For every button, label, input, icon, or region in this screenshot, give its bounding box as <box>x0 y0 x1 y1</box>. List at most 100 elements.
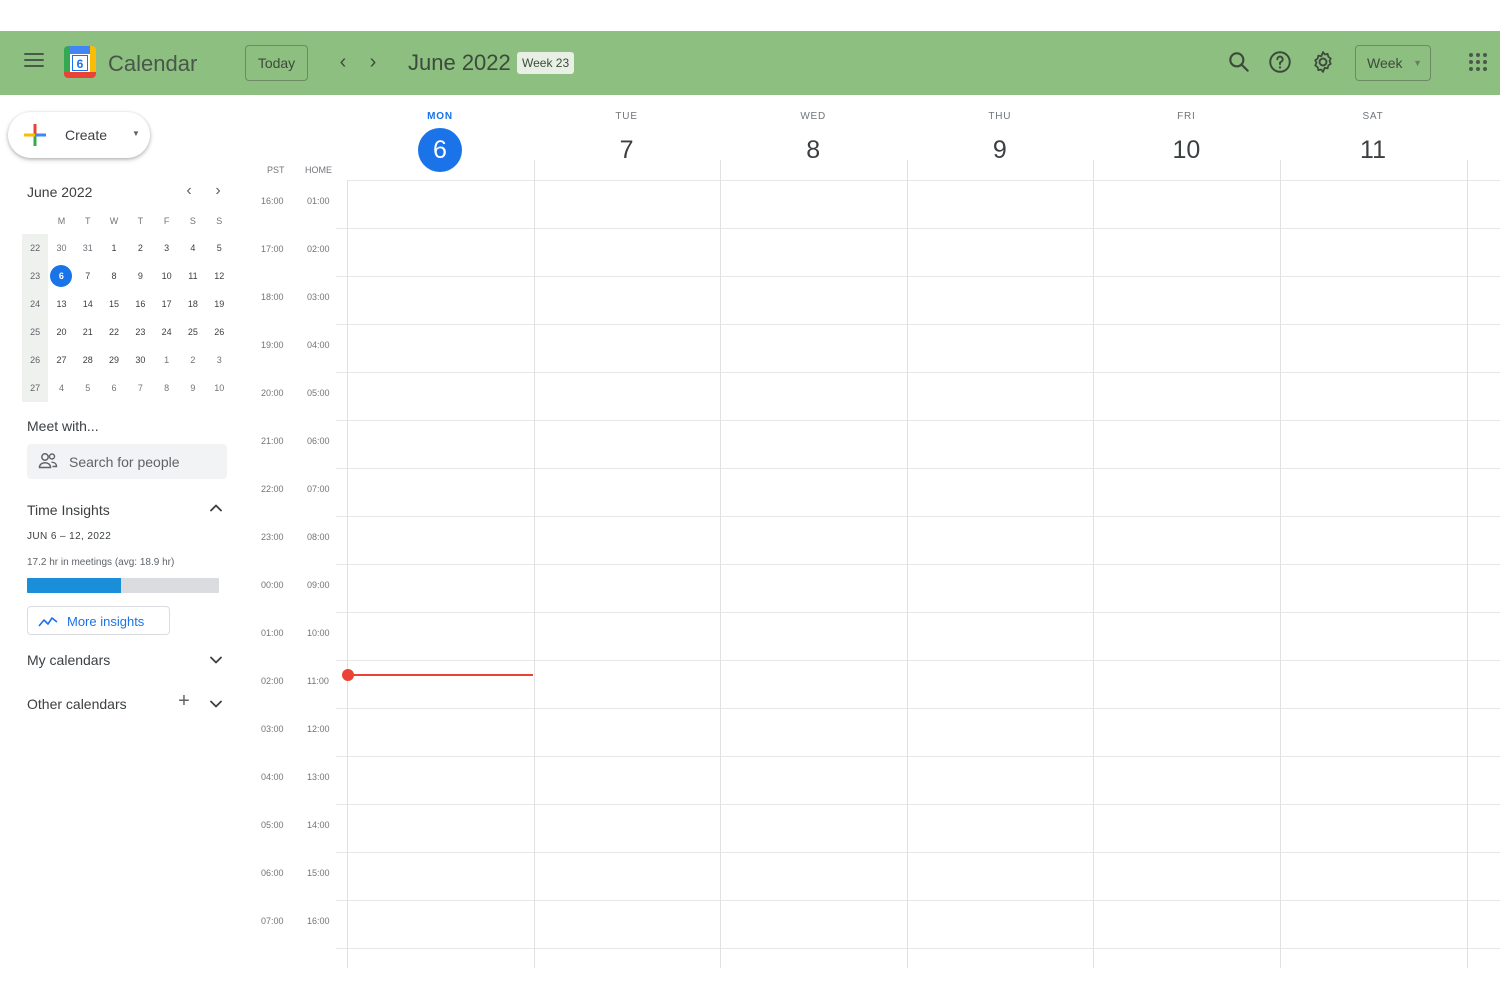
mini-day[interactable]: 16 <box>127 290 153 318</box>
mini-week-row: 22 30 31 1 2 3 4 5 <box>22 234 232 262</box>
day-number: 11 <box>1360 136 1386 164</box>
mini-day[interactable]: 8 <box>153 374 179 402</box>
mini-day[interactable]: 1 <box>153 346 179 374</box>
mini-day[interactable]: 2 <box>127 234 153 262</box>
hour-gridline <box>336 804 1500 805</box>
day-column-divider <box>1093 160 1094 968</box>
time-insights-bar <box>27 578 219 593</box>
mini-day[interactable]: 20 <box>48 318 74 346</box>
gear-icon[interactable] <box>1310 49 1336 75</box>
more-insights-button[interactable]: More insights <box>27 606 170 635</box>
mini-day[interactable]: 7 <box>75 262 101 290</box>
hour-gridline <box>347 180 1500 181</box>
chevron-right-icon[interactable]: › <box>362 51 384 73</box>
day-column-header[interactable]: FRI 10 <box>1093 111 1279 175</box>
mini-weekday-label: S <box>216 216 223 226</box>
create-button[interactable]: Create ▼ <box>8 112 150 158</box>
add-calendar-icon[interactable]: + <box>175 691 193 711</box>
secondary-time-label: 06:00 <box>307 436 330 446</box>
mini-day[interactable]: 5 <box>206 234 232 262</box>
secondary-time-label: 05:00 <box>307 388 330 398</box>
mini-day[interactable]: 15 <box>101 290 127 318</box>
help-icon[interactable] <box>1267 49 1293 75</box>
mini-week-row: 27 4 5 6 7 8 9 10 <box>22 374 232 402</box>
mini-week-number[interactable]: 23 <box>22 262 49 290</box>
mini-day[interactable]: 9 <box>180 374 206 402</box>
chevron-right-icon[interactable]: › <box>210 182 226 200</box>
mini-week-number[interactable]: 22 <box>22 234 49 262</box>
people-search-input[interactable]: Search for people <box>27 444 227 479</box>
secondary-time-label: 07:00 <box>307 484 330 494</box>
today-button[interactable]: Today <box>245 45 308 81</box>
chevron-down-icon[interactable] <box>208 696 224 712</box>
day-column-header[interactable]: SAT 11 <box>1280 111 1466 175</box>
day-of-week-label: WED <box>800 111 827 122</box>
mini-day[interactable]: 26 <box>206 318 232 346</box>
mini-day[interactable]: 7 <box>127 374 153 402</box>
insights-trend-icon <box>38 617 58 627</box>
mini-day[interactable]: 23 <box>127 318 153 346</box>
today-day-number: 6 <box>418 128 462 172</box>
primary-time-label: 20:00 <box>261 388 284 398</box>
mini-week-number[interactable]: 26 <box>22 346 49 374</box>
mini-day[interactable]: 31 <box>75 234 101 262</box>
secondary-time-label: 10:00 <box>307 628 330 638</box>
secondary-timezone-label: HOME <box>305 165 332 175</box>
hour-gridline <box>336 756 1500 757</box>
chevron-left-icon[interactable]: ‹ <box>181 182 197 200</box>
apps-grid-icon[interactable] <box>1469 53 1487 71</box>
mini-day[interactable]: 3 <box>153 234 179 262</box>
mini-day[interactable]: 1 <box>101 234 127 262</box>
day-column-header[interactable]: MON 6 <box>347 111 533 175</box>
mini-day[interactable]: 22 <box>101 318 127 346</box>
mini-day[interactable]: 29 <box>101 346 127 374</box>
mini-day[interactable]: 18 <box>180 290 206 318</box>
mini-day[interactable]: 12 <box>206 262 232 290</box>
mini-day[interactable]: 13 <box>48 290 74 318</box>
mini-day[interactable]: 5 <box>75 374 101 402</box>
mini-day[interactable]: 27 <box>48 346 74 374</box>
mini-day[interactable]: 21 <box>75 318 101 346</box>
mini-day[interactable]: 10 <box>206 374 232 402</box>
people-icon <box>38 453 58 469</box>
hour-gridline <box>336 612 1500 613</box>
mini-day[interactable]: 6 <box>48 262 74 290</box>
mini-day[interactable]: 19 <box>206 290 232 318</box>
mini-day[interactable]: 10 <box>153 262 179 290</box>
mini-day[interactable]: 28 <box>75 346 101 374</box>
other-calendars-title[interactable]: Other calendars <box>27 696 127 712</box>
mini-day[interactable]: 11 <box>180 262 206 290</box>
mini-day[interactable]: 3 <box>206 346 232 374</box>
chevron-left-icon[interactable]: ‹ <box>332 51 354 73</box>
mini-day[interactable]: 8 <box>101 262 127 290</box>
day-number: 9 <box>992 136 1007 164</box>
my-calendars-title[interactable]: My calendars <box>27 652 110 668</box>
mini-day[interactable]: 24 <box>153 318 179 346</box>
mini-day[interactable]: 14 <box>75 290 101 318</box>
day-column-header[interactable]: WED 8 <box>720 111 906 175</box>
chevron-down-icon[interactable] <box>208 652 224 668</box>
mini-week-number[interactable]: 24 <box>22 290 49 318</box>
day-column-divider <box>1280 160 1281 968</box>
mini-day[interactable]: 17 <box>153 290 179 318</box>
view-selector[interactable]: Week ▼ <box>1355 45 1431 81</box>
mini-day[interactable]: 4 <box>180 234 206 262</box>
mini-day[interactable]: 9 <box>127 262 153 290</box>
day-column-header[interactable]: TUE 7 <box>534 111 720 175</box>
more-insights-label: More insights <box>67 614 145 629</box>
mini-day[interactable]: 4 <box>48 374 74 402</box>
mini-week-number[interactable]: 25 <box>22 318 49 346</box>
day-column-header[interactable]: THU 9 <box>907 111 1093 175</box>
mini-week-number[interactable]: 27 <box>22 374 49 402</box>
mini-day[interactable]: 2 <box>180 346 206 374</box>
day-number: 6 <box>347 128 533 175</box>
main-menu-icon[interactable] <box>24 53 44 69</box>
mini-day[interactable]: 6 <box>101 374 127 402</box>
mini-day[interactable]: 30 <box>48 234 74 262</box>
search-icon[interactable] <box>1226 49 1252 75</box>
mini-day[interactable]: 30 <box>127 346 153 374</box>
mini-day[interactable]: 25 <box>180 318 206 346</box>
chevron-up-icon[interactable] <box>208 500 224 516</box>
hour-gridline <box>336 660 1500 661</box>
mini-weekday-label: M <box>57 216 66 226</box>
